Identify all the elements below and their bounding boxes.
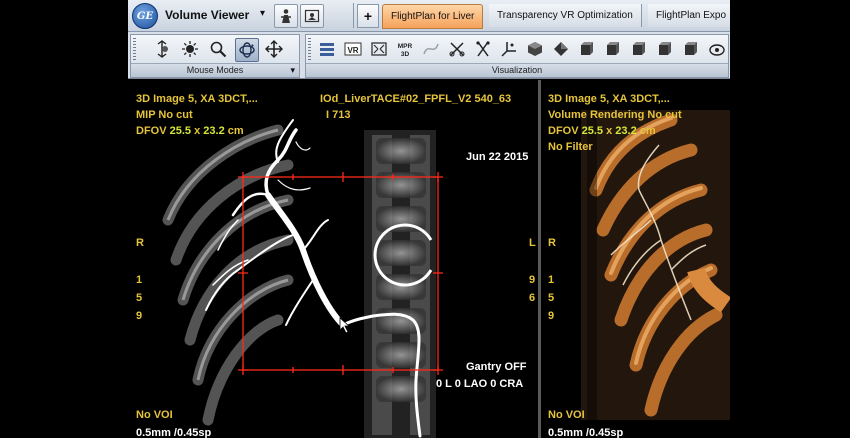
- zoom-icon: [210, 41, 227, 58]
- screenshot-button[interactable]: [300, 4, 324, 28]
- layers-button[interactable]: [316, 38, 338, 60]
- mouse-modes-label: Mouse Modes: [131, 63, 299, 77]
- app-menu-caret[interactable]: ▾: [260, 8, 265, 19]
- series-info: 3D Image 5, XA 3DCT,...: [136, 93, 258, 105]
- add-protocol-button[interactable]: +: [357, 4, 379, 28]
- cut-button[interactable]: [472, 38, 494, 60]
- layers-icon: [320, 43, 334, 56]
- vr-button[interactable]: VR: [342, 38, 364, 60]
- image-number: I 713: [326, 109, 351, 121]
- view-a-icon: [581, 42, 593, 55]
- vr-icon: VR: [344, 42, 362, 56]
- mpr-3d-icon: MPR 3D: [398, 43, 413, 58]
- vr-slice-thickness: 0.5mm /0.45sp: [548, 427, 624, 438]
- vr-render-mode: Volume Rendering No cut: [548, 109, 682, 121]
- tab-flightplan-liver[interactable]: FlightPlan for Liver: [382, 4, 484, 29]
- toolbar-grip[interactable]: [133, 38, 136, 61]
- rotate-3d-icon: [239, 42, 255, 58]
- dfov-readout: DFOV 25.5 x 23.2 cm: [136, 125, 244, 137]
- scissors-button[interactable]: [446, 38, 468, 60]
- slice-thickness: 0.5mm /0.45sp: [136, 427, 212, 438]
- vr-left-scale-3: 9: [548, 310, 555, 322]
- vr-filter: No Filter: [548, 141, 593, 153]
- window-level-icon: [157, 40, 168, 58]
- visualization-group: VR MPR 3D Visualization: [305, 34, 729, 78]
- view-r-button[interactable]: [602, 38, 624, 60]
- left-scale-2: 5: [136, 292, 143, 304]
- vr-series-info: 3D Image 5, XA 3DCT,...: [548, 93, 670, 105]
- cut-icon: [476, 41, 490, 57]
- zoom-button[interactable]: [207, 38, 229, 60]
- vr-dfov-readout: DFOV 25.5 x 23.2 cm: [548, 125, 656, 137]
- gantry-angles: 0 L 0 LAO 0 CRA: [436, 378, 524, 390]
- cube-button[interactable]: [524, 38, 546, 60]
- image-icon: [304, 9, 320, 23]
- tab-flightplan-expo[interactable]: FlightPlan Expo: [648, 4, 730, 27]
- orientation-left: R: [136, 237, 144, 249]
- app-title[interactable]: Volume Viewer: [165, 8, 249, 22]
- vr-left-scale-2: 5: [548, 292, 555, 304]
- mouse-modes-group: Mouse Modes ▾: [130, 34, 300, 78]
- axis-button[interactable]: [498, 38, 520, 60]
- camera-icon: [709, 44, 725, 56]
- visualization-label: Visualization: [306, 63, 728, 77]
- series-name: IOd_LiverTACE#02_FPFL_V2 540_63: [320, 93, 512, 105]
- view-p-icon: [659, 42, 671, 55]
- vr-orientation-left: R: [548, 237, 556, 249]
- gantry-status: Gantry OFF: [466, 361, 527, 373]
- view-r-icon: [607, 42, 619, 55]
- camera-button[interactable]: [706, 38, 728, 60]
- vr-viewport[interactable]: 3D Image 5, XA 3DCT,... Volume Rendering…: [541, 80, 730, 438]
- view-l-button[interactable]: [628, 38, 650, 60]
- cube-solid-icon: [554, 42, 568, 56]
- window-level-button[interactable]: [151, 38, 173, 60]
- patient-button[interactable]: [274, 4, 298, 28]
- acquisition-date: Jun 22 2015: [466, 151, 529, 163]
- title-separator: [353, 3, 354, 28]
- toolbar-grip-2[interactable]: [308, 38, 311, 61]
- cube-icon: [528, 42, 542, 56]
- vr-left-scale-1: 1: [548, 274, 555, 286]
- svg-text:3D: 3D: [401, 51, 410, 58]
- curve-button[interactable]: [420, 38, 442, 60]
- toolbar: Mouse Modes ▾ VR MPR 3D Visualization: [128, 32, 730, 79]
- cube-solid-button[interactable]: [550, 38, 572, 60]
- svg-text:MPR: MPR: [398, 43, 413, 50]
- view-p-button[interactable]: [654, 38, 676, 60]
- fullscreen-button[interactable]: [368, 38, 390, 60]
- right-scale-1: 9: [529, 274, 536, 286]
- pan-icon: [265, 40, 283, 58]
- tab-transparency-vr[interactable]: Transparency VR Optimization: [489, 4, 642, 27]
- title-bar: GE Volume Viewer ▾ + FlightPlan for Live…: [128, 0, 730, 32]
- brightness-button[interactable]: [179, 38, 201, 60]
- pan-button[interactable]: [263, 38, 285, 60]
- mouse-modes-caret[interactable]: ▾: [290, 65, 295, 76]
- brightness-icon: [182, 41, 198, 57]
- patient-icon: [281, 9, 291, 23]
- view-r2-button[interactable]: [680, 38, 702, 60]
- rotate-3d-button[interactable]: [235, 38, 259, 62]
- right-scale-2: 6: [529, 292, 536, 304]
- svg-text:VR: VR: [347, 46, 358, 55]
- mouse-cursor-icon: [339, 317, 351, 334]
- scissors-icon: [449, 42, 465, 57]
- volume-viewer-app: GE Volume Viewer ▾ + FlightPlan for Live…: [128, 0, 730, 438]
- orientation-right: L: [529, 237, 536, 249]
- ge-logo: GE: [132, 3, 158, 29]
- fullscreen-icon: [371, 42, 387, 56]
- mpr-3d-button[interactable]: MPR 3D: [394, 38, 416, 60]
- view-l-icon: [633, 42, 645, 55]
- view-r2-icon: [685, 42, 697, 55]
- left-scale-1: 1: [136, 274, 143, 286]
- axis-icon: [501, 42, 516, 57]
- voi-status: No VOI: [136, 409, 173, 421]
- view-a-button[interactable]: [576, 38, 598, 60]
- curve-icon: [423, 43, 439, 55]
- render-mode: MIP No cut: [136, 109, 193, 121]
- vr-voi-status: No VOI: [548, 409, 585, 421]
- mip-viewport[interactable]: 3D Image 5, XA 3DCT,... MIP No cut DFOV …: [128, 80, 538, 438]
- left-scale-3: 9: [136, 310, 143, 322]
